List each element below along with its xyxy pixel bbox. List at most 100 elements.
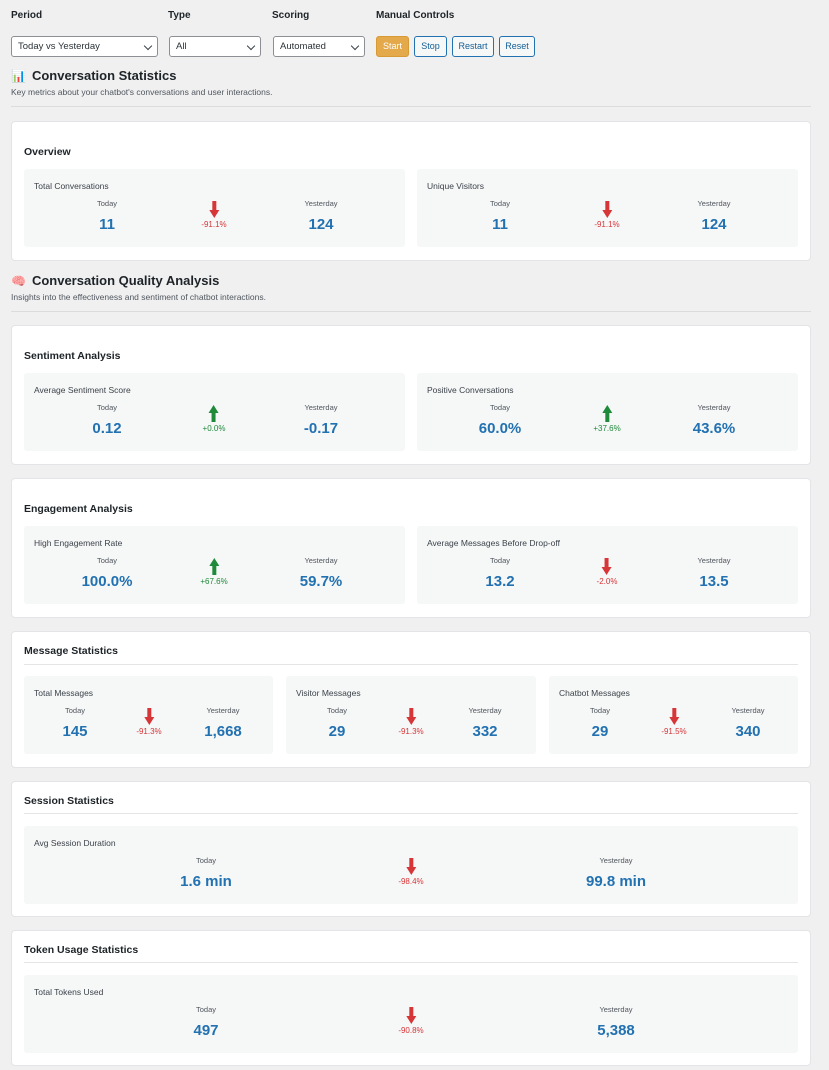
today-value: 497 <box>193 1022 219 1039</box>
today-label: Today <box>489 199 511 208</box>
yesterday-label: Yesterday <box>599 1005 633 1014</box>
change-value: -91.1% <box>201 220 227 229</box>
change-value: -90.8% <box>398 1026 424 1035</box>
metric-chatbot-messages: Chatbot Messages Today 29 -91.5% Yesterda… <box>549 676 798 754</box>
arrow-down-icon <box>601 201 612 218</box>
scoring-select-value: Automated <box>280 41 326 52</box>
arrow-down-icon <box>143 708 154 725</box>
divider <box>11 106 811 107</box>
chevron-down-icon <box>143 41 153 51</box>
today-label: Today <box>195 856 216 865</box>
arrow-down-icon <box>405 708 416 725</box>
yesterday-value: 124 <box>308 216 334 233</box>
yesterday-label: Yesterday <box>697 403 731 412</box>
arrow-down-icon <box>405 1007 416 1024</box>
metric-total-messages: Total Messages Today 145 -91.3% Yesterday… <box>24 676 273 754</box>
filter-controls: Period Type Scoring Manual Controls Toda… <box>0 0 829 60</box>
stop-button[interactable]: Stop <box>414 36 447 57</box>
card-title: Overview <box>24 146 71 158</box>
start-button[interactable]: Start <box>376 36 409 57</box>
arrow-down-icon <box>208 201 219 218</box>
card-title: Message Statistics <box>24 645 118 657</box>
today-label: Today <box>96 556 117 565</box>
yesterday-value: 1,668 <box>204 723 242 740</box>
metric-average-messages-before-drop-off: Average Messages Before Drop-off Today 13… <box>417 526 798 604</box>
yesterday-value: 43.6% <box>692 420 736 437</box>
section-subtitle: Key metrics about your chatbot's convers… <box>11 87 273 97</box>
change-value: -98.4% <box>398 877 424 886</box>
yesterday-label: Yesterday <box>697 556 731 565</box>
yesterday-label: Yesterday <box>206 706 240 715</box>
arrow-down-icon <box>405 858 416 875</box>
divider <box>24 962 798 963</box>
scoring-select[interactable]: Automated <box>273 36 365 57</box>
metric-total-conversations: Total Conversations Today 11 -91.1% Yeste… <box>24 169 405 247</box>
yesterday-label: Yesterday <box>468 706 502 715</box>
metric-positive-conversations: Positive Conversations Today 60.0% +37.6%… <box>417 373 798 451</box>
chevron-down-icon <box>350 41 360 51</box>
change-value: +67.6% <box>200 577 228 586</box>
yesterday-value: 99.8 min <box>585 873 647 890</box>
yesterday-value: 13.5 <box>699 573 729 590</box>
today-value: 60.0% <box>478 420 522 437</box>
conversation-statistics-header: 📊 Conversation Statistics Key metrics ab… <box>11 68 811 107</box>
overview-card: Overview Total Conversations Today 11 -91… <box>11 121 811 261</box>
card-title: Token Usage Statistics <box>24 944 139 956</box>
period-label: Period <box>11 10 43 21</box>
today-label: Today <box>489 556 511 565</box>
yesterday-value: 340 <box>735 723 761 740</box>
metric-label: High Engagement Rate <box>34 538 123 548</box>
metric-label: Total Conversations <box>34 181 109 191</box>
today-label: Today <box>589 706 611 715</box>
metric-label: Average Messages Before Drop-off <box>427 538 560 548</box>
section-title: Conversation Statistics <box>31 68 177 83</box>
today-value: 29 <box>328 723 346 740</box>
change-value: +0.0% <box>202 424 226 433</box>
brain-icon: 🧠 <box>11 273 26 288</box>
token-usage-statistics-card: Token Usage Statistics Total Tokens Used… <box>11 930 811 1066</box>
reset-button[interactable]: Reset <box>499 36 535 57</box>
arrow-down-icon <box>668 708 679 725</box>
yesterday-label: Yesterday <box>304 403 338 412</box>
metric-label: Average Sentiment Score <box>34 385 131 395</box>
arrow-down-icon <box>602 558 612 575</box>
scoring-label: Scoring <box>272 10 310 21</box>
restart-button[interactable]: Restart <box>452 36 494 57</box>
yesterday-value: 5,388 <box>597 1022 635 1039</box>
period-select-value: Today vs Yesterday <box>18 41 100 52</box>
today-value: 13.2 <box>485 573 515 590</box>
today-value: 1.6 min <box>180 873 232 890</box>
period-select[interactable]: Today vs Yesterday <box>11 36 158 57</box>
conversation-quality-header: 🧠 Conversation Quality Analysis Insights… <box>11 273 811 312</box>
change-value: -91.1% <box>594 220 620 229</box>
yesterday-label: Yesterday <box>697 199 731 208</box>
yesterday-value: -0.17 <box>303 420 339 437</box>
engagement-analysis-card: Engagement Analysis High Engagement Rate… <box>11 478 811 618</box>
change-value: -91.3% <box>398 727 424 736</box>
message-statistics-card: Message Statistics Total Messages Today 1… <box>11 631 811 768</box>
session-statistics-card: Session Statistics Avg Session Duration … <box>11 781 811 917</box>
metric-label: Chatbot Messages <box>559 688 630 698</box>
today-value: 11 <box>492 216 508 233</box>
metric-label: Unique Visitors <box>427 181 485 191</box>
arrow-up-icon <box>601 405 612 422</box>
metric-unique-visitors: Unique Visitors Today 11 -91.1% Yesterday… <box>417 169 798 247</box>
today-label: Today <box>96 199 118 208</box>
yesterday-label: Yesterday <box>731 706 765 715</box>
today-value: 29 <box>591 723 609 740</box>
divider <box>24 664 798 665</box>
manual-controls-label: Manual Controls <box>376 10 455 21</box>
divider <box>24 813 798 814</box>
yesterday-value: 59.7% <box>299 573 343 590</box>
type-select[interactable]: All <box>169 36 261 57</box>
change-value: -2.0% <box>596 577 618 586</box>
change-value: -91.3% <box>136 727 162 736</box>
arrow-up-icon <box>208 558 219 575</box>
metric-high-engagement-rate: High Engagement Rate Today 100.0% +67.6% … <box>24 526 405 604</box>
metric-label: Total Messages <box>34 688 94 698</box>
arrow-up-icon <box>209 405 219 422</box>
card-title: Sentiment Analysis <box>24 350 121 362</box>
card-title: Engagement Analysis <box>24 503 133 515</box>
sentiment-analysis-card: Sentiment Analysis Average Sentiment Sco… <box>11 325 811 465</box>
today-label: Today <box>64 706 85 715</box>
